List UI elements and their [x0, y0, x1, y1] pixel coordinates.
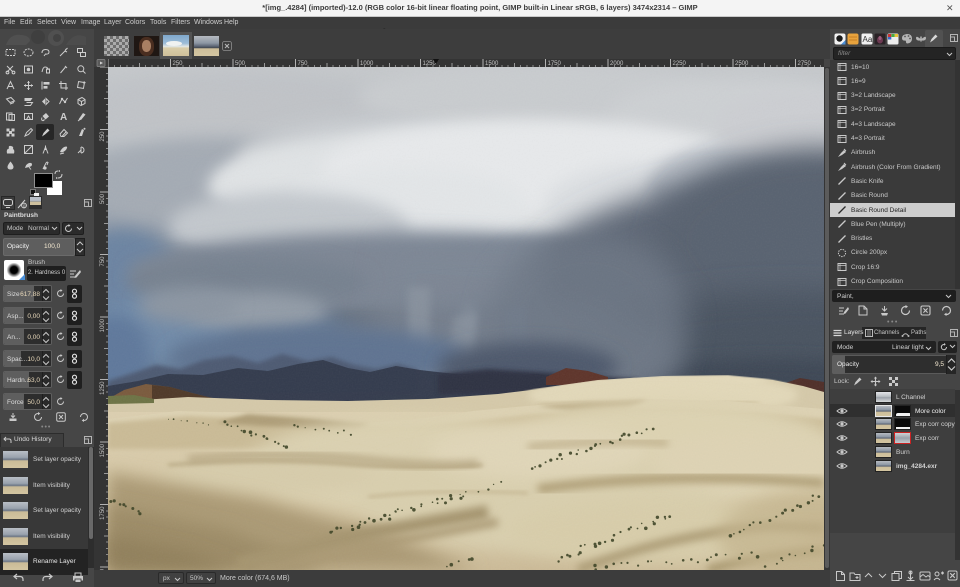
svg-text:250: 250 [100, 131, 106, 142]
svg-text:1500: 1500 [100, 443, 106, 457]
svg-text:1000: 1000 [100, 318, 106, 332]
svg-text:750: 750 [100, 256, 106, 267]
svg-text:1250: 1250 [100, 381, 106, 395]
svg-text:Aa: Aa [862, 35, 872, 44]
svg-text:500: 500 [100, 193, 106, 204]
svg-text:A: A [60, 112, 67, 122]
svg-text:1750: 1750 [100, 506, 106, 520]
